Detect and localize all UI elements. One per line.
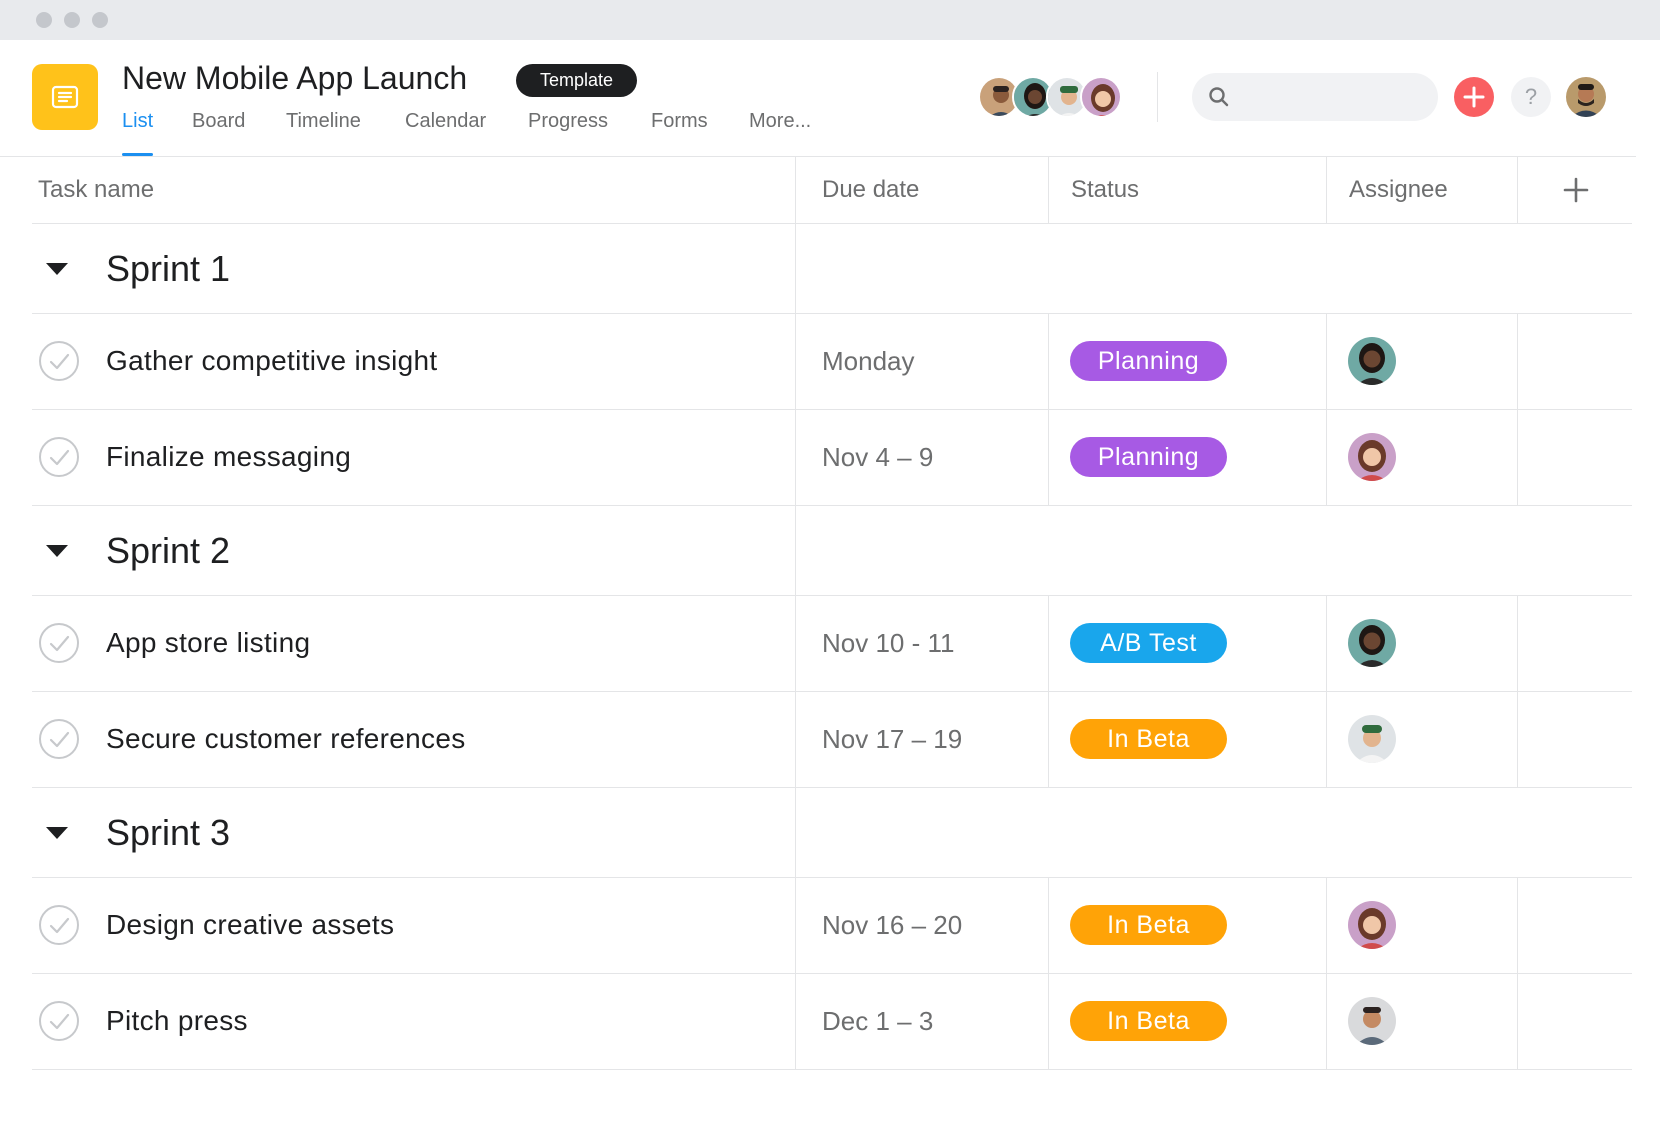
task-name[interactable]: Finalize messaging <box>106 439 351 475</box>
column-divider <box>1326 156 1327 223</box>
tab-list[interactable]: List <box>122 110 154 156</box>
column-divider <box>1048 156 1049 223</box>
assignee-avatar[interactable] <box>1348 619 1396 667</box>
collapse-caret-icon[interactable] <box>44 261 70 277</box>
complete-check-icon[interactable] <box>38 1000 80 1042</box>
window-titlebar <box>0 0 1660 40</box>
row-divider <box>32 409 1632 410</box>
member-avatar[interactable] <box>1080 76 1122 118</box>
status-badge[interactable]: In Beta <box>1070 1001 1227 1041</box>
assignee-avatar[interactable] <box>1348 901 1396 949</box>
header-divider <box>1157 72 1158 122</box>
due-date[interactable]: Nov 16 – 20 <box>822 907 962 943</box>
collapse-caret-icon[interactable] <box>44 825 70 841</box>
search-icon <box>1209 87 1229 107</box>
tab-board[interactable]: Board <box>192 110 245 156</box>
complete-check-icon[interactable] <box>38 436 80 478</box>
assignee-avatar[interactable] <box>1348 997 1396 1045</box>
column-header-status[interactable]: Status <box>1071 156 1139 223</box>
column-header-assignee[interactable]: Assignee <box>1349 156 1448 223</box>
complete-check-icon[interactable] <box>38 718 80 760</box>
column-header-task[interactable]: Task name <box>38 156 154 223</box>
complete-check-icon[interactable] <box>38 904 80 946</box>
page-title: New Mobile App Launch <box>122 60 468 96</box>
template-badge[interactable]: Template <box>516 64 638 97</box>
row-divider <box>32 223 1632 224</box>
tab-progress[interactable]: Progress <box>528 110 608 156</box>
due-date[interactable]: Nov 10 - 11 <box>822 625 954 661</box>
column-divider <box>1517 878 1518 1070</box>
section-title[interactable]: Sprint 2 <box>106 529 230 573</box>
tab-forms[interactable]: Forms <box>651 110 708 156</box>
row-divider <box>32 595 1632 596</box>
plus-icon <box>1463 86 1485 108</box>
row-divider <box>32 787 1632 788</box>
column-divider <box>1326 878 1327 1070</box>
row-divider <box>32 505 1632 506</box>
status-badge[interactable]: Planning <box>1070 437 1227 477</box>
column-header-due[interactable]: Due date <box>822 156 919 223</box>
project-members[interactable] <box>978 76 1128 118</box>
help-button[interactable]: ? <box>1511 77 1551 117</box>
task-name[interactable]: Gather competitive insight <box>106 343 438 379</box>
complete-check-icon[interactable] <box>38 340 80 382</box>
row-divider <box>32 1069 1632 1070</box>
section-title[interactable]: Sprint 3 <box>106 811 230 855</box>
column-divider <box>1517 156 1518 223</box>
task-name[interactable]: Secure customer references <box>106 721 466 757</box>
add-button[interactable] <box>1454 77 1494 117</box>
assignee-avatar[interactable] <box>1348 337 1396 385</box>
assignee-avatar[interactable] <box>1348 433 1396 481</box>
status-badge[interactable]: Planning <box>1070 341 1227 381</box>
task-name[interactable]: Pitch press <box>106 1003 248 1039</box>
row-divider <box>32 973 1632 974</box>
due-date[interactable]: Nov 17 – 19 <box>822 721 962 757</box>
window-minimize-dot[interactable] <box>64 12 80 28</box>
task-name[interactable]: App store listing <box>106 625 310 661</box>
search-input[interactable] <box>1192 73 1438 121</box>
assignee-avatar[interactable] <box>1348 715 1396 763</box>
column-divider <box>1048 878 1049 1070</box>
add-column-icon[interactable] <box>1562 176 1590 204</box>
collapse-caret-icon[interactable] <box>44 543 70 559</box>
due-date[interactable]: Monday <box>822 343 915 379</box>
tab-more[interactable]: More... <box>749 110 811 156</box>
tab-timeline[interactable]: Timeline <box>286 110 361 156</box>
complete-check-icon[interactable] <box>38 622 80 664</box>
status-badge[interactable]: In Beta <box>1070 719 1227 759</box>
row-divider <box>32 691 1632 692</box>
window-close-dot[interactable] <box>36 12 52 28</box>
row-divider <box>32 313 1632 314</box>
tab-calendar[interactable]: Calendar <box>405 110 486 156</box>
due-date[interactable]: Dec 1 – 3 <box>822 1003 933 1039</box>
due-date[interactable]: Nov 4 – 9 <box>822 439 933 475</box>
project-list-icon <box>32 64 98 130</box>
task-name[interactable]: Design creative assets <box>106 907 394 943</box>
current-user-avatar[interactable] <box>1566 77 1606 117</box>
window-zoom-dot[interactable] <box>92 12 108 28</box>
column-divider <box>795 156 796 1070</box>
status-badge[interactable]: In Beta <box>1070 905 1227 945</box>
row-divider <box>32 877 1632 878</box>
status-badge[interactable]: A/B Test <box>1070 623 1227 663</box>
section-title[interactable]: Sprint 1 <box>106 247 230 291</box>
